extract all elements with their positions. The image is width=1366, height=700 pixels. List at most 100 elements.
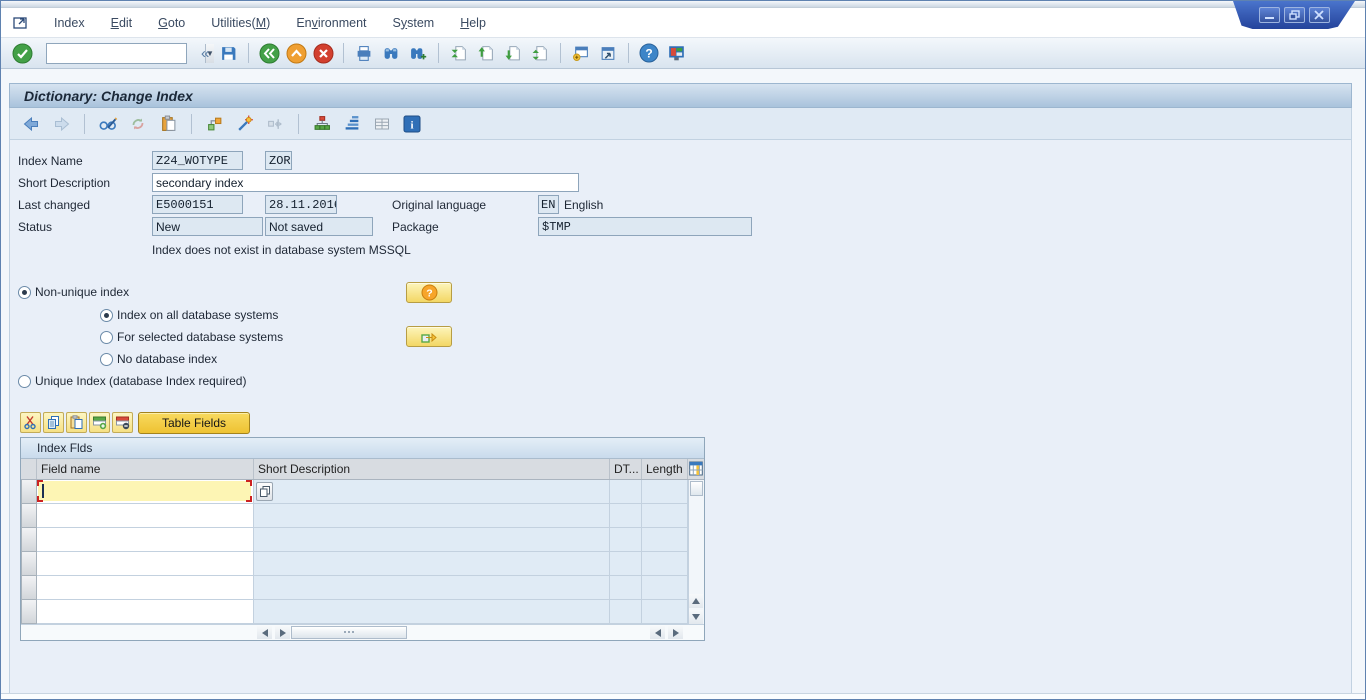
hierarchy-button[interactable] <box>311 113 333 135</box>
command-field[interactable] <box>47 45 205 62</box>
insert-row-button[interactable] <box>89 412 110 433</box>
screen-menu-icon[interactable] <box>13 16 30 30</box>
previous-object-button[interactable] <box>20 113 42 135</box>
index-name-field[interactable]: Z24_WOTYPE <box>152 151 243 170</box>
create-shortcut-button[interactable] <box>597 42 619 64</box>
short-description-cell[interactable] <box>254 552 610 576</box>
save-button[interactable] <box>217 42 239 64</box>
exit-button[interactable] <box>285 42 307 64</box>
focused-input-cell[interactable] <box>38 481 251 501</box>
short-description-cell[interactable] <box>254 576 610 600</box>
row-selector[interactable] <box>21 504 37 528</box>
help-button[interactable]: ? <box>638 42 660 64</box>
original-language-field[interactable]: EN <box>538 195 559 214</box>
row-selector[interactable] <box>21 528 37 552</box>
value-help-button[interactable] <box>256 482 273 501</box>
copy-button[interactable] <box>43 412 64 433</box>
horizontal-scrollbar-thumb[interactable] <box>291 626 407 639</box>
package-field[interactable]: $TMP <box>538 217 752 236</box>
new-session-button[interactable] <box>570 42 592 64</box>
radio-unselected-icon <box>100 353 113 366</box>
page-up-button[interactable] <box>475 42 497 64</box>
pane-scroll-right-button[interactable] <box>668 626 683 639</box>
paste-button[interactable] <box>66 412 87 433</box>
refresh-button[interactable] <box>127 113 149 135</box>
column-header-length[interactable]: Length <box>642 459 688 479</box>
status-field: New <box>152 217 263 236</box>
radio-selected-db[interactable]: For selected database systems <box>100 330 283 344</box>
scroll-left-button[interactable] <box>257 626 272 639</box>
last-page-button[interactable] <box>529 42 551 64</box>
close-button[interactable] <box>1309 7 1330 23</box>
index-help-button[interactable]: ? <box>406 282 452 303</box>
row-selector[interactable] <box>21 576 37 600</box>
collapse-toolbar-button[interactable]: « <box>198 45 212 62</box>
first-page-button[interactable] <box>448 42 470 64</box>
short-description-cell[interactable] <box>254 528 610 552</box>
choose-db-systems-button[interactable] <box>406 326 452 347</box>
restore-button[interactable] <box>1284 7 1305 23</box>
display-change-button[interactable] <box>97 113 119 135</box>
field-name-cell[interactable] <box>37 504 254 528</box>
pane-scroll-left-button[interactable] <box>650 626 665 639</box>
row-selector[interactable] <box>21 600 37 624</box>
table-configuration-button[interactable] <box>688 459 704 479</box>
table-fields-button[interactable]: Table Fields <box>138 412 250 434</box>
row-selector[interactable] <box>21 552 37 576</box>
menu-item-system[interactable]: System <box>387 13 441 33</box>
scroll-down-button[interactable] <box>689 610 703 624</box>
page-down-button[interactable] <box>502 42 524 64</box>
find-button[interactable] <box>380 42 402 64</box>
row-selector[interactable] <box>21 480 37 504</box>
customize-layout-button[interactable] <box>665 42 687 64</box>
find-next-button[interactable] <box>407 42 429 64</box>
short-description-field[interactable]: secondary index <box>152 173 579 192</box>
save-state-field: Not saved <box>265 217 373 236</box>
field-name-cell[interactable] <box>37 528 254 552</box>
menu-item-environment[interactable]: Environment <box>290 13 372 33</box>
last-changed-date-field[interactable]: 28.11.2016 <box>265 195 337 214</box>
field-name-cell-selected[interactable] <box>37 480 254 504</box>
print-button[interactable] <box>353 42 375 64</box>
scroll-right-button[interactable] <box>275 626 290 639</box>
next-object-button[interactable] <box>50 113 72 135</box>
table-config-icon <box>689 461 703 476</box>
menu-item-index[interactable]: Index <box>48 13 91 33</box>
sort-button[interactable] <box>341 113 363 135</box>
column-header-field-name[interactable]: Field name <box>37 459 254 479</box>
short-description-cell[interactable] <box>254 600 610 624</box>
minimize-button[interactable] <box>1259 7 1280 23</box>
radio-unique-index[interactable]: Unique Index (database Index required) <box>18 374 246 388</box>
short-description-cell[interactable] <box>254 504 610 528</box>
copy-object-button[interactable] <box>157 113 179 135</box>
field-name-cell[interactable] <box>37 600 254 624</box>
column-header-dt[interactable]: DT... <box>610 459 642 479</box>
last-changed-user-field[interactable]: E5000151 <box>152 195 243 214</box>
field-name-cell[interactable] <box>37 552 254 576</box>
where-used-button[interactable] <box>204 113 226 135</box>
menu-item-help[interactable]: Help <box>454 13 492 33</box>
activate-button[interactable] <box>234 113 256 135</box>
forward-inactive-button[interactable] <box>264 113 286 135</box>
radio-non-unique-index[interactable]: Non-unique index <box>18 285 129 299</box>
cancel-button[interactable] <box>312 42 334 64</box>
menu-item-utilities[interactable]: Utilities(M) <box>205 13 276 33</box>
cut-button[interactable] <box>20 412 41 433</box>
info-button[interactable]: i <box>401 113 423 135</box>
back-button[interactable] <box>258 42 280 64</box>
short-description-cell[interactable] <box>254 480 610 504</box>
horizontal-scrollbar[interactable] <box>21 624 704 640</box>
delete-row-button[interactable] <box>112 412 133 433</box>
field-name-cell[interactable] <box>37 576 254 600</box>
vertical-scrollbar-thumb[interactable] <box>690 481 703 496</box>
scroll-up-button[interactable] <box>689 594 703 608</box>
table-display-button[interactable] <box>371 113 393 135</box>
radio-no-db-index[interactable]: No database index <box>100 352 217 366</box>
vertical-scrollbar[interactable] <box>688 480 704 624</box>
enter-button[interactable] <box>11 42 33 64</box>
column-header-short-description[interactable]: Short Description <box>254 459 610 479</box>
menu-item-goto[interactable]: Goto <box>152 13 191 33</box>
index-id-field[interactable]: ZOR <box>265 151 292 170</box>
radio-index-all-db[interactable]: Index on all database systems <box>100 308 278 322</box>
menu-item-edit[interactable]: Edit <box>105 13 139 33</box>
